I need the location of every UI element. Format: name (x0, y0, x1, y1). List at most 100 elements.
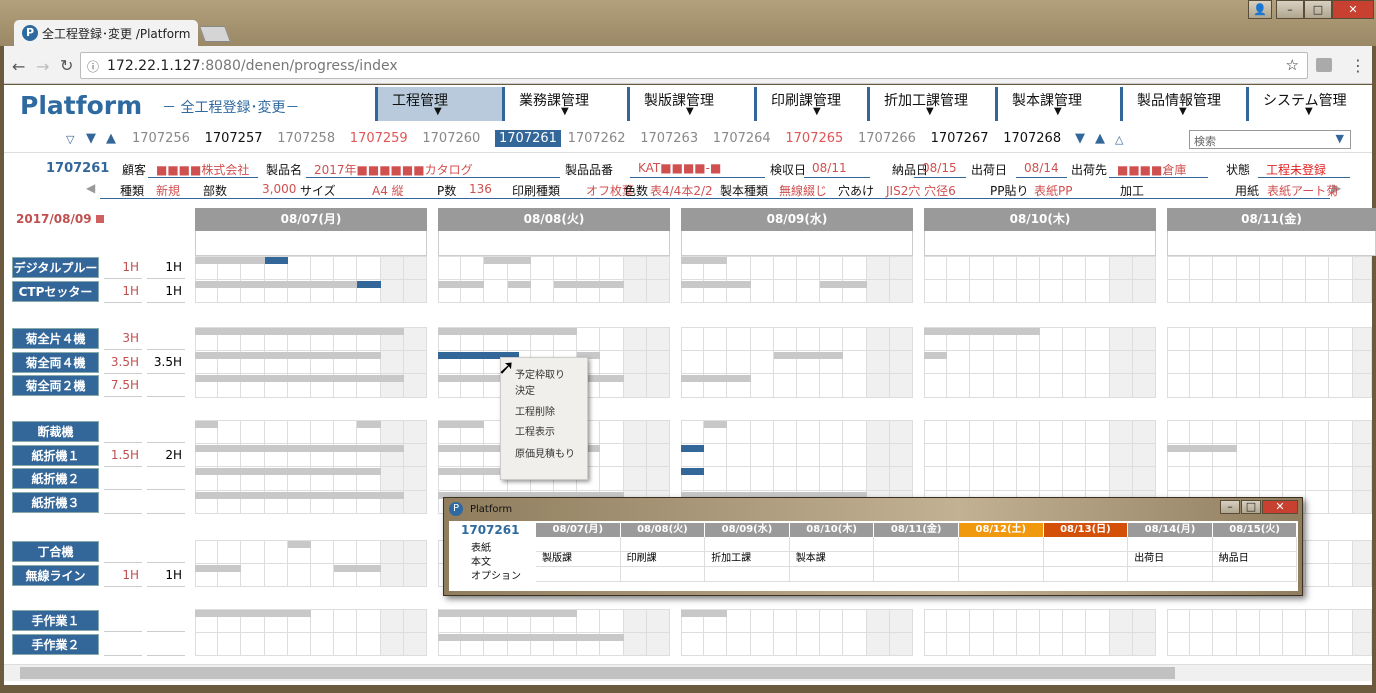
time-slot[interactable] (924, 443, 948, 467)
popup-cell[interactable]: 出荷日 (1128, 552, 1213, 567)
time-slot[interactable] (866, 374, 890, 398)
time-slot[interactable] (773, 256, 797, 280)
time-slot[interactable] (970, 632, 994, 656)
time-slot[interactable] (773, 374, 797, 398)
time-slot[interactable] (970, 467, 994, 491)
time-slot[interactable] (646, 467, 670, 491)
time-slot[interactable] (264, 563, 288, 587)
time-slot[interactable] (704, 632, 728, 656)
time-slot[interactable] (924, 256, 948, 280)
field-value[interactable]: KAT■■■■-■ (638, 161, 721, 175)
time-slot[interactable] (947, 632, 971, 656)
time-slot[interactable] (403, 609, 427, 633)
time-slot[interactable] (1132, 632, 1156, 656)
time-slot[interactable] (1063, 279, 1087, 303)
time-slot[interactable] (1109, 467, 1133, 491)
time-slot[interactable] (866, 279, 890, 303)
reserved-block[interactable] (704, 421, 728, 428)
reserved-block[interactable] (820, 280, 867, 288)
time-slot[interactable] (750, 420, 774, 444)
time-slot[interactable] (1109, 279, 1133, 303)
time-slot[interactable] (1086, 609, 1110, 633)
next-icon[interactable]: ▼ (1075, 131, 1085, 146)
time-slot[interactable] (993, 467, 1017, 491)
time-slot[interactable] (1190, 609, 1214, 633)
order-id-link[interactable]: 1707259 (350, 131, 408, 146)
context-menu-item[interactable]: 原価見積もり (515, 445, 575, 460)
time-slot[interactable] (1236, 443, 1260, 467)
field-value[interactable]: 表紙アート菊 (1267, 182, 1338, 199)
machine-label[interactable]: 紙折機１ (12, 444, 99, 466)
time-slot[interactable] (1086, 467, 1110, 491)
time-slot[interactable] (646, 350, 670, 374)
machine-label[interactable]: 菊全両２機 (12, 375, 99, 396)
time-slot[interactable] (843, 632, 867, 656)
time-slot[interactable] (993, 443, 1017, 467)
time-slot[interactable] (577, 327, 601, 351)
time-slot[interactable] (1063, 443, 1087, 467)
time-slot[interactable] (600, 467, 624, 491)
time-slot[interactable] (1040, 279, 1064, 303)
reserved-block[interactable] (195, 375, 404, 382)
extension-icon[interactable] (1316, 58, 1332, 72)
next-page-icon[interactable]: ▲ (1095, 131, 1105, 146)
time-slot[interactable] (380, 632, 404, 656)
time-slot[interactable] (646, 632, 670, 656)
machine-label[interactable]: CTPセッター (12, 280, 99, 302)
time-slot[interactable] (1132, 279, 1156, 303)
time-slot[interactable] (843, 443, 867, 467)
prev-icon[interactable]: ▲ (106, 131, 116, 146)
popup-cell[interactable] (959, 537, 1044, 552)
time-slot[interactable] (1283, 609, 1307, 633)
time-slot[interactable] (1016, 609, 1040, 633)
time-slot[interactable] (1063, 467, 1087, 491)
time-slot[interactable] (924, 420, 948, 444)
time-slot[interactable] (1213, 279, 1237, 303)
time-slot[interactable] (889, 632, 913, 656)
time-slot[interactable] (1109, 374, 1133, 398)
time-slot[interactable] (1283, 327, 1307, 351)
time-slot[interactable] (195, 540, 219, 564)
time-slot[interactable] (1306, 374, 1330, 398)
nav-4[interactable]: 折加工課管理 ▼ (867, 87, 990, 121)
order-id-link[interactable]: 1707260 (422, 131, 480, 146)
reserved-block[interactable] (195, 468, 381, 475)
reserved-block[interactable] (438, 328, 578, 335)
time-slot[interactable] (947, 467, 971, 491)
time-slot[interactable] (993, 279, 1017, 303)
reserved-block[interactable] (438, 280, 485, 288)
time-slot[interactable] (1283, 350, 1307, 374)
time-slot[interactable] (1040, 374, 1064, 398)
time-slot[interactable] (1086, 327, 1110, 351)
machine-label[interactable]: 菊全両４機 (12, 351, 99, 373)
time-slot[interactable] (1352, 374, 1372, 398)
back-icon[interactable]: ← (12, 57, 25, 76)
time-slot[interactable] (287, 632, 311, 656)
time-slot[interactable] (1213, 632, 1237, 656)
time-slot[interactable] (380, 609, 404, 633)
reserved-block[interactable] (554, 280, 624, 288)
time-slot[interactable] (773, 420, 797, 444)
time-slot[interactable] (750, 609, 774, 633)
time-slot[interactable] (1040, 467, 1064, 491)
machine-label[interactable]: 無線ライン (12, 564, 99, 586)
time-slot[interactable] (1086, 420, 1110, 444)
time-slot[interactable] (334, 609, 358, 633)
time-slot[interactable] (820, 256, 844, 280)
time-slot[interactable] (1016, 467, 1040, 491)
time-slot[interactable] (357, 256, 381, 280)
time-slot[interactable] (1306, 609, 1330, 633)
time-slot[interactable] (484, 279, 508, 303)
time-slot[interactable] (1329, 443, 1353, 467)
time-slot[interactable] (1109, 327, 1133, 351)
time-slot[interactable] (797, 279, 821, 303)
time-slot[interactable] (1352, 467, 1372, 491)
popup-cell[interactable] (874, 567, 959, 582)
time-slot[interactable] (727, 609, 751, 633)
time-slot[interactable] (623, 609, 647, 633)
time-slot[interactable] (264, 540, 288, 564)
time-slot[interactable] (970, 279, 994, 303)
field-value[interactable]: A4 縦 (372, 182, 404, 199)
popup-close-button[interactable]: ✕ (1262, 500, 1298, 514)
time-slot[interactable] (287, 420, 311, 444)
